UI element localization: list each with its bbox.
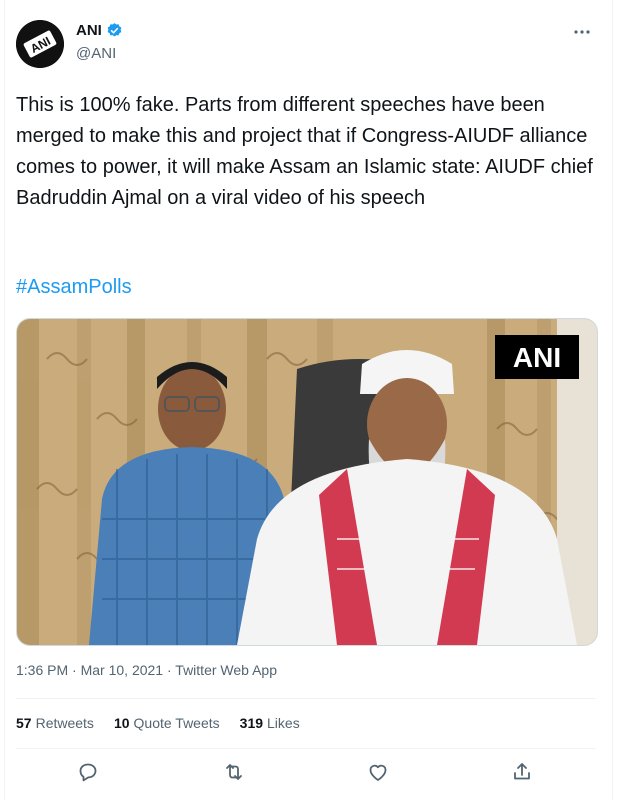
media-watermark-text: ANI — [513, 342, 561, 373]
divider — [16, 748, 596, 749]
reply-icon[interactable] — [76, 760, 108, 792]
quote-tweets-stat[interactable]: 10 Quote Tweets — [114, 715, 220, 731]
meta-separator: · — [68, 662, 81, 678]
ani-logo-icon: ANI — [16, 20, 64, 68]
retweets-label: Retweets — [35, 715, 94, 731]
author-name[interactable]: ANI — [76, 22, 102, 39]
hashtag-link[interactable]: #AssamPolls — [16, 276, 132, 299]
tweet-text: This is 100% fake. Parts from different … — [16, 94, 593, 209]
tweet-media-image[interactable]: ANI — [16, 318, 598, 646]
divider — [16, 698, 596, 699]
tweet-date[interactable]: Mar 10, 2021 — [81, 662, 164, 678]
likes-stat[interactable]: 319 Likes — [240, 715, 300, 731]
share-icon[interactable] — [510, 760, 542, 792]
heart-icon[interactable] — [366, 760, 398, 792]
retweets-count: 57 — [16, 715, 32, 731]
tweet-timestamp-row: 1:36 PM · Mar 10, 2021 · Twitter Web App — [16, 662, 277, 678]
author-handle[interactable]: @ANI — [76, 45, 116, 62]
avatar[interactable]: ANI — [16, 20, 64, 68]
media-photo: ANI — [17, 319, 597, 645]
retweets-stat[interactable]: 57 Retweets — [16, 715, 94, 731]
engagement-stats: 57 Retweets 10 Quote Tweets 319 Likes — [16, 715, 300, 731]
tweet-card: ANI ANI @ANI This is 100% fake. Parts fr… — [0, 0, 617, 800]
more-icon[interactable] — [572, 22, 592, 47]
source-app-link[interactable]: Twitter Web App — [175, 662, 277, 678]
author-name-row[interactable]: ANI — [76, 22, 123, 39]
retweet-icon[interactable] — [222, 760, 254, 792]
action-bar — [0, 760, 617, 792]
quote-tweets-count: 10 — [113, 715, 130, 731]
meta-separator: · — [163, 662, 176, 678]
likes-label: Likes — [267, 715, 300, 731]
tweet-time[interactable]: 1:36 PM — [16, 662, 68, 678]
verified-badge-icon — [107, 23, 122, 37]
quote-tweets-label: Quote Tweets — [133, 715, 220, 731]
likes-count: 319 — [239, 715, 264, 731]
